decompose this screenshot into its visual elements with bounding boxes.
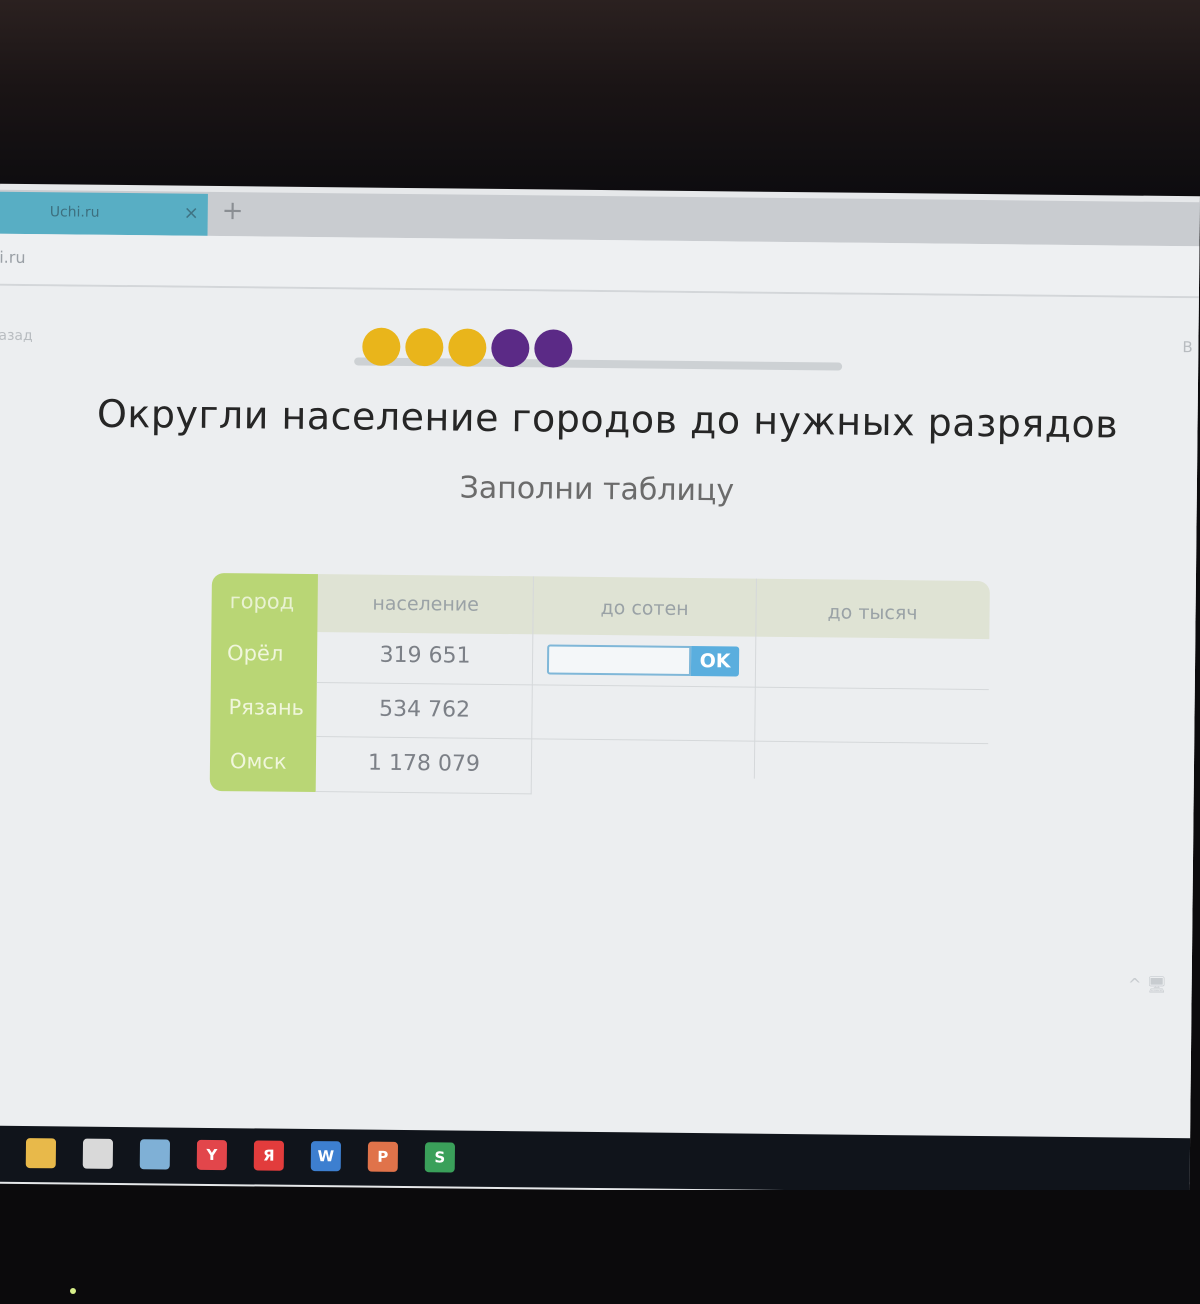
header-hundreds: до сотен <box>600 597 689 620</box>
population-value: 1 178 079 <box>367 750 481 777</box>
yandex-browser-icon[interactable]: Y <box>196 1139 228 1171</box>
skype-icon[interactable]: S <box>424 1142 456 1173</box>
yandex-icon[interactable]: Я <box>253 1140 285 1171</box>
monitor-bezel-top <box>0 0 1200 195</box>
city-name: Орёл <box>227 641 284 666</box>
right-link[interactable]: В <box>1182 338 1192 356</box>
powerpoint-icon[interactable]: P <box>367 1141 399 1172</box>
progress-dot <box>491 328 530 368</box>
row-divider <box>315 791 532 795</box>
taskbar: YЯWPS <box>0 1125 1191 1195</box>
progress-dot <box>405 327 444 367</box>
progress-dot <box>362 327 401 366</box>
row-divider <box>316 736 989 745</box>
ok-button[interactable]: OK <box>690 645 740 677</box>
app-icon[interactable] <box>139 1139 171 1170</box>
answer-input[interactable] <box>546 644 692 676</box>
word-icon[interactable]: W <box>310 1141 342 1172</box>
store-icon[interactable] <box>82 1138 114 1169</box>
browser-tab[interactable]: Uchi.ru × <box>0 191 208 236</box>
tab-title: Uchi.ru <box>49 204 100 221</box>
city-name: Омск <box>229 749 287 774</box>
back-link[interactable]: азад <box>0 328 33 344</box>
population-value: 534 762 <box>378 696 471 723</box>
close-icon[interactable]: × <box>184 203 199 224</box>
city-name: Рязань <box>228 695 305 720</box>
progress-dot <box>534 329 573 368</box>
header-city: город <box>229 589 295 614</box>
progress-dot <box>448 328 487 367</box>
new-tab-icon[interactable]: + <box>222 196 244 226</box>
page-title: Округли население городов до нужных разр… <box>96 391 1119 447</box>
folder-icon[interactable] <box>25 1138 57 1169</box>
header-population: население <box>372 592 480 616</box>
url-text[interactable]: i.ru <box>0 248 26 267</box>
system-tray[interactable]: ^ 🖥 <box>1128 975 1167 994</box>
page-subtitle: Заполни таблицу <box>459 470 735 509</box>
population-value: 319 651 <box>379 642 471 669</box>
screen: Uchi.ru × + i.ru азад В Округли населени… <box>0 183 1200 1197</box>
rounding-table: город население до сотен до тысяч Орёл 3… <box>209 572 990 799</box>
power-led-icon <box>70 1288 76 1294</box>
lesson-page: азад В Округли население городов до нужн… <box>0 285 1199 1185</box>
monitor-bezel-bottom <box>0 1190 1200 1304</box>
header-thousands: до тысяч <box>827 601 918 625</box>
row-divider <box>316 682 989 691</box>
